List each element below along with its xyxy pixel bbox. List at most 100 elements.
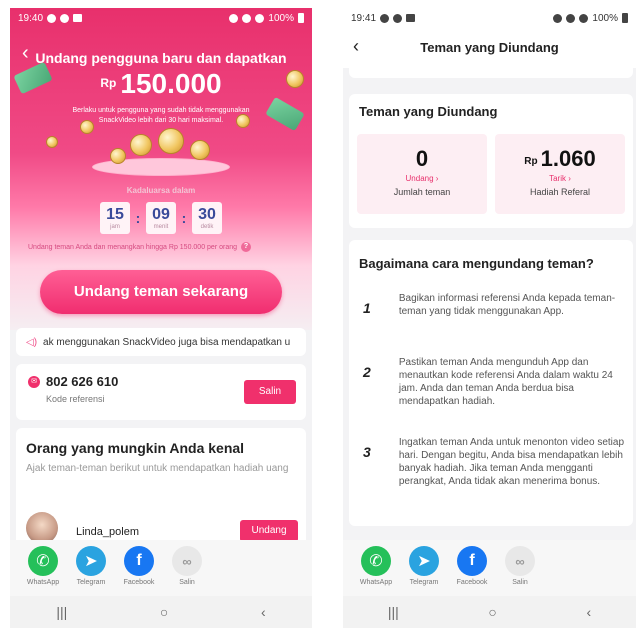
friends-count-box: 0 Undang › Jumlah teman [357, 134, 487, 214]
recents-icon[interactable]: ||| [388, 604, 399, 620]
top-bar: ‹ Teman yang Diundang [343, 28, 636, 68]
withdraw-link[interactable]: Tarik › [495, 174, 625, 183]
coin-decoration [158, 128, 184, 154]
notification-icon [380, 13, 390, 23]
referral-reward-box: Rp 1.060 Tarik › Hadiah Referal [495, 134, 625, 214]
page-title: Teman yang Diundang [420, 40, 559, 55]
share-telegram[interactable]: ➤ Telegram [401, 546, 447, 596]
people-subtitle: Ajak teman-teman berikut untuk mendapatk… [26, 463, 289, 474]
facebook-icon[interactable]: f [457, 546, 487, 576]
home-icon[interactable]: ○ [488, 604, 496, 620]
reward-caption: Hadiah Referal [529, 187, 591, 197]
battery-icon [622, 13, 628, 23]
copy-code-button[interactable]: Salin [244, 380, 296, 404]
telegram-icon[interactable]: ➤ [76, 546, 106, 576]
help-icon[interactable]: ? [241, 242, 251, 252]
hours-value: 15 [106, 206, 124, 223]
step-text: Ingatkan teman Anda untuk menonton video… [398, 437, 625, 487]
link-icon[interactable]: ∞ [505, 546, 535, 576]
referral-code: 802 626 610 [46, 374, 119, 389]
link-icon[interactable]: ∞ [172, 546, 202, 576]
airplane-icon [255, 13, 265, 23]
mail-icon: ✉ [28, 376, 40, 388]
back-nav-icon[interactable]: ‹ [586, 604, 591, 620]
share-telegram-label: Telegram [76, 579, 106, 586]
back-nav-icon[interactable]: ‹ [261, 604, 266, 620]
telegram-icon[interactable]: ➤ [409, 546, 439, 576]
status-bar: 19:40 100% [10, 8, 312, 28]
share-whatsapp-label: WhatsApp [26, 579, 60, 586]
recents-icon[interactable]: ||| [56, 604, 67, 620]
battery-icon [298, 13, 304, 23]
share-facebook-label: Facebook [456, 579, 488, 586]
timer-separator: : [181, 210, 187, 226]
coin-decoration [130, 134, 152, 156]
timer-minutes: 09 menit [146, 202, 176, 234]
share-whatsapp[interactable]: ✆ WhatsApp [20, 546, 66, 596]
airplane-icon [579, 13, 589, 23]
whatsapp-icon[interactable]: ✆ [361, 546, 391, 576]
invited-friends-card: Teman yang Diundang 0 Undang › Jumlah te… [349, 94, 633, 228]
friends-count: 0 [415, 146, 429, 171]
whatsapp-icon[interactable]: ✆ [28, 546, 58, 576]
system-nav-bar: ||| ○ ‹ [10, 596, 312, 628]
minutes-unit: menit [153, 224, 169, 230]
step-text: Pastikan teman Anda mengunduh App dan me… [398, 357, 613, 407]
step-item: 3 Ingatkan teman Anda untuk menonton vid… [363, 436, 625, 488]
system-nav-bar: ||| ○ ‹ [343, 596, 636, 628]
battery-percent: 100% [592, 12, 618, 24]
coin-decoration [46, 136, 58, 148]
timer-hours: 15 jam [100, 202, 130, 234]
home-icon[interactable]: ○ [160, 604, 168, 620]
money-bill-decoration [265, 96, 305, 132]
step-text: Bagikan informasi referensi Anda kepada … [398, 293, 616, 317]
share-bar: ✆ WhatsApp ➤ Telegram f Facebook ∞ Salin [343, 540, 636, 596]
share-whatsapp-label: WhatsApp [359, 579, 393, 586]
reward-value: 1.060 [540, 146, 596, 171]
seconds-value: 30 [198, 206, 216, 223]
gallery-icon [73, 14, 83, 22]
friends-title: Teman yang Diundang [359, 104, 498, 119]
hours-unit: jam [110, 224, 120, 230]
notification-icon [393, 13, 403, 23]
how-to-invite-card: Bagaimana cara mengundang teman? 1 Bagik… [349, 240, 633, 526]
share-copy[interactable]: ∞ Salin [164, 546, 210, 596]
seconds-unit: detik [200, 224, 214, 230]
gallery-icon [406, 14, 416, 22]
hero-note: Berlaku untuk pengguna yang sudah tidak … [72, 107, 250, 124]
share-copy-label: Salin [179, 579, 195, 586]
hero-amount: Rp 150.000 [10, 68, 312, 100]
alarm-icon [553, 13, 563, 23]
wifi-icon [242, 13, 252, 23]
referral-label: Kode referensi [46, 394, 105, 404]
marquee-banner: ◁) ak menggunakan SnackVideo juga bisa m… [16, 328, 306, 356]
invited-friends-screen: 19:41 100% ‹ Teman yang Diundang Teman y… [343, 8, 636, 628]
marquee-text: ak menggunakan SnackVideo juga bisa mend… [43, 336, 291, 348]
howto-title: Bagaimana cara mengundang teman? [359, 256, 594, 271]
invite-now-button[interactable]: Undang teman sekarang [40, 270, 282, 314]
people-title: Orang yang mungkin Anda kenal [26, 440, 245, 456]
facebook-icon[interactable]: f [124, 546, 154, 576]
share-bar: ✆ WhatsApp ➤ Telegram f Facebook ∞ Salin [10, 540, 312, 596]
reward-currency: Rp [524, 156, 538, 167]
countdown-timer: 15 jam : 09 menit : 30 detik [100, 202, 222, 234]
share-facebook[interactable]: f Facebook [116, 546, 162, 596]
step-item: 2 Pastikan teman Anda mengunduh App dan … [363, 356, 625, 408]
step-number: 1 [363, 300, 371, 316]
notification-icon [60, 13, 70, 23]
alarm-icon [229, 13, 239, 23]
step-item: 1 Bagikan informasi referensi Anda kepad… [363, 292, 625, 318]
invite-note-text: Undang teman Anda dan menangkan hingga R… [28, 243, 237, 251]
share-telegram[interactable]: ➤ Telegram [68, 546, 114, 596]
share-whatsapp[interactable]: ✆ WhatsApp [353, 546, 399, 596]
share-copy[interactable]: ∞ Salin [497, 546, 543, 596]
invite-person-button[interactable]: Undang [240, 520, 298, 542]
step-number: 3 [363, 444, 371, 460]
status-time: 19:41 [351, 12, 377, 24]
friends-count-caption: Jumlah teman [393, 187, 451, 197]
hero-currency: Rp [100, 76, 117, 90]
referral-reward: Rp 1.060 [495, 146, 625, 172]
status-bar: 19:41 100% [343, 8, 636, 28]
invite-link[interactable]: Undang › [357, 174, 487, 183]
share-facebook[interactable]: f Facebook [449, 546, 495, 596]
